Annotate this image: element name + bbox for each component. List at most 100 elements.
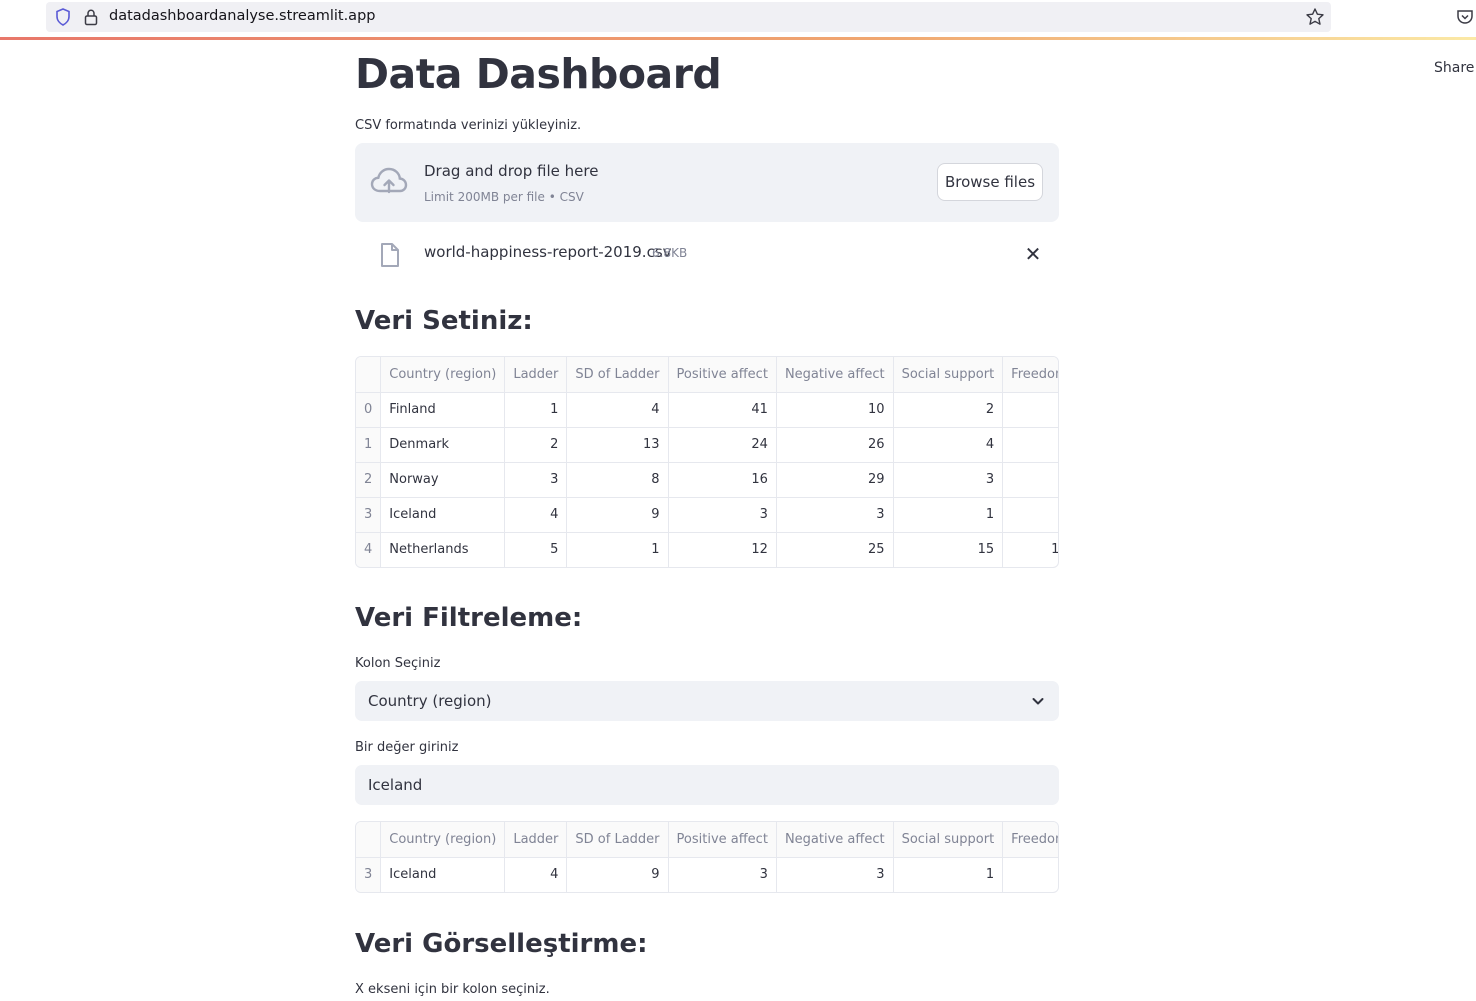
- column-header[interactable]: Negative affect: [776, 822, 894, 858]
- table-cell[interactable]: 2: [893, 392, 1004, 428]
- row-index-cell[interactable]: 4: [356, 532, 382, 567]
- dataset-table[interactable]: Country (region) Ladder SD of Ladder Positi…: [355, 356, 1059, 568]
- table-cell[interactable]: 41: [668, 392, 777, 428]
- table-row: 2Norway38162933: [356, 462, 1058, 498]
- x-axis-select-label: X ekseni için bir kolon seçiniz.: [355, 982, 550, 997]
- table-cell[interactable]: 2: [504, 427, 568, 463]
- table-cell[interactable]: 3: [893, 462, 1004, 498]
- column-header[interactable]: Ladder: [504, 822, 568, 858]
- table-cell[interactable]: 25: [776, 532, 894, 567]
- table-row: 4Netherlands5112251519: [356, 532, 1058, 567]
- table-cell[interactable]: 3: [504, 462, 568, 498]
- table-header-row: Country (region) Ladder SD of Ladder Positi…: [356, 822, 1058, 858]
- table-cell[interactable]: 9: [566, 497, 669, 533]
- column-select-label: Kolon Seçiniz: [355, 656, 441, 671]
- table-cell[interactable]: 10: [776, 392, 894, 428]
- table-cell[interactable]: 3: [668, 497, 777, 533]
- table-cell[interactable]: 4: [566, 392, 669, 428]
- dropzone-subtitle: Limit 200MB per file • CSV: [424, 190, 584, 204]
- table-cell[interactable]: Denmark: [380, 427, 506, 463]
- table-cell[interactable]: Norway: [380, 462, 506, 498]
- table-cell[interactable]: 1: [566, 532, 669, 567]
- column-header[interactable]: [356, 822, 382, 858]
- table-cell[interactable]: Iceland: [380, 497, 506, 533]
- table-cell[interactable]: 15: [893, 532, 1004, 567]
- browser-toolbar: datadashboardanalyse.streamlit.app: [0, 0, 1476, 38]
- column-header[interactable]: Social support: [893, 822, 1004, 858]
- page-title: Data Dashboard: [355, 50, 722, 98]
- column-header[interactable]: Country (region): [380, 822, 506, 858]
- column-header[interactable]: Social support: [893, 357, 1004, 393]
- table-cell[interactable]: 5: [1002, 392, 1058, 428]
- column-header[interactable]: Negative affect: [776, 357, 894, 393]
- column-header[interactable]: SD of Ladder: [566, 357, 669, 393]
- table-cell[interactable]: 7: [1002, 497, 1058, 533]
- table-cell[interactable]: 19: [1002, 532, 1058, 567]
- dropzone-title: Drag and drop file here: [424, 162, 599, 180]
- table-cell[interactable]: 8: [566, 462, 669, 498]
- shield-icon[interactable]: [55, 8, 71, 26]
- row-index-cell[interactable]: 3: [356, 497, 382, 533]
- table-cell[interactable]: 3: [776, 497, 894, 533]
- table-cell[interactable]: Finland: [380, 392, 506, 428]
- value-input[interactable]: [355, 765, 1059, 805]
- bookmark-star-icon[interactable]: [1305, 7, 1325, 27]
- column-header[interactable]: Ladder: [504, 357, 568, 393]
- table-cell[interactable]: 29: [776, 462, 894, 498]
- url-text[interactable]: datadashboardanalyse.streamlit.app: [109, 8, 375, 24]
- table-cell[interactable]: 6: [1002, 427, 1058, 463]
- share-button[interactable]: Share: [1434, 60, 1474, 76]
- table-cell[interactable]: Netherlands: [380, 532, 506, 567]
- table-row: 0Finland14411025: [356, 392, 1058, 428]
- table-cell[interactable]: 16: [668, 462, 777, 498]
- row-index-cell[interactable]: 0: [356, 392, 382, 428]
- column-header[interactable]: Freedom: [1002, 357, 1058, 393]
- column-select-value: Country (region): [368, 692, 492, 710]
- column-header[interactable]: SD of Ladder: [566, 822, 669, 858]
- column-select[interactable]: Country (region): [355, 681, 1059, 721]
- uploaded-file-name: world-happiness-report-2019.csv: [424, 243, 672, 261]
- table-cell[interactable]: 4: [504, 857, 568, 892]
- column-header[interactable]: Positive affect: [668, 357, 777, 393]
- table-cell[interactable]: 24: [668, 427, 777, 463]
- column-header[interactable]: Country (region): [380, 357, 506, 393]
- value-input-label: Bir değer giriniz: [355, 740, 459, 755]
- upload-label: CSV formatında verinizi yükleyiniz.: [355, 118, 582, 133]
- table-cell[interactable]: 1: [893, 857, 1004, 892]
- table-cell[interactable]: 12: [668, 532, 777, 567]
- table-cell[interactable]: 4: [504, 497, 568, 533]
- table-cell[interactable]: 7: [1002, 857, 1058, 892]
- table-cell[interactable]: 9: [566, 857, 669, 892]
- streamlit-header-decoration: [0, 37, 1476, 40]
- table-cell[interactable]: 3: [668, 857, 777, 892]
- filtered-table[interactable]: Country (region) Ladder SD of Ladder Positi…: [355, 821, 1059, 893]
- table-cell[interactable]: 4: [893, 427, 1004, 463]
- remove-file-icon[interactable]: ✕: [1023, 244, 1043, 264]
- column-header[interactable]: Positive affect: [668, 822, 777, 858]
- row-index-cell[interactable]: 3: [356, 857, 382, 892]
- pocket-icon[interactable]: [1456, 8, 1474, 26]
- table-cell[interactable]: 3: [1002, 462, 1058, 498]
- table-row: 3Iceland493317: [356, 497, 1058, 533]
- table-cell[interactable]: 5: [504, 532, 568, 567]
- row-index-cell[interactable]: 1: [356, 427, 382, 463]
- table-cell[interactable]: 26: [776, 427, 894, 463]
- lock-icon[interactable]: [83, 8, 99, 26]
- row-index-cell[interactable]: 2: [356, 462, 382, 498]
- file-icon: [381, 243, 399, 267]
- table-cell[interactable]: 1: [504, 392, 568, 428]
- uploaded-file-size: 6.8KB: [652, 246, 688, 260]
- column-header[interactable]: Freedom: [1002, 822, 1058, 858]
- browse-files-button[interactable]: Browse files: [937, 163, 1043, 201]
- column-header[interactable]: [356, 357, 382, 393]
- cloud-upload-icon: [370, 167, 408, 194]
- dataset-heading: Veri Setiniz:: [355, 306, 533, 336]
- visualization-heading: Veri Görselleştirme:: [355, 929, 648, 959]
- table-cell[interactable]: 13: [566, 427, 669, 463]
- table-cell[interactable]: 3: [776, 857, 894, 892]
- uploaded-file-row: world-happiness-report-2019.csv 6.8KB ✕: [355, 235, 1059, 275]
- table-cell[interactable]: 1: [893, 497, 1004, 533]
- table-cell[interactable]: Iceland: [380, 857, 506, 892]
- file-dropzone[interactable]: Drag and drop file here Limit 200MB per …: [355, 143, 1059, 222]
- table-row: 3Iceland493317: [356, 857, 1058, 892]
